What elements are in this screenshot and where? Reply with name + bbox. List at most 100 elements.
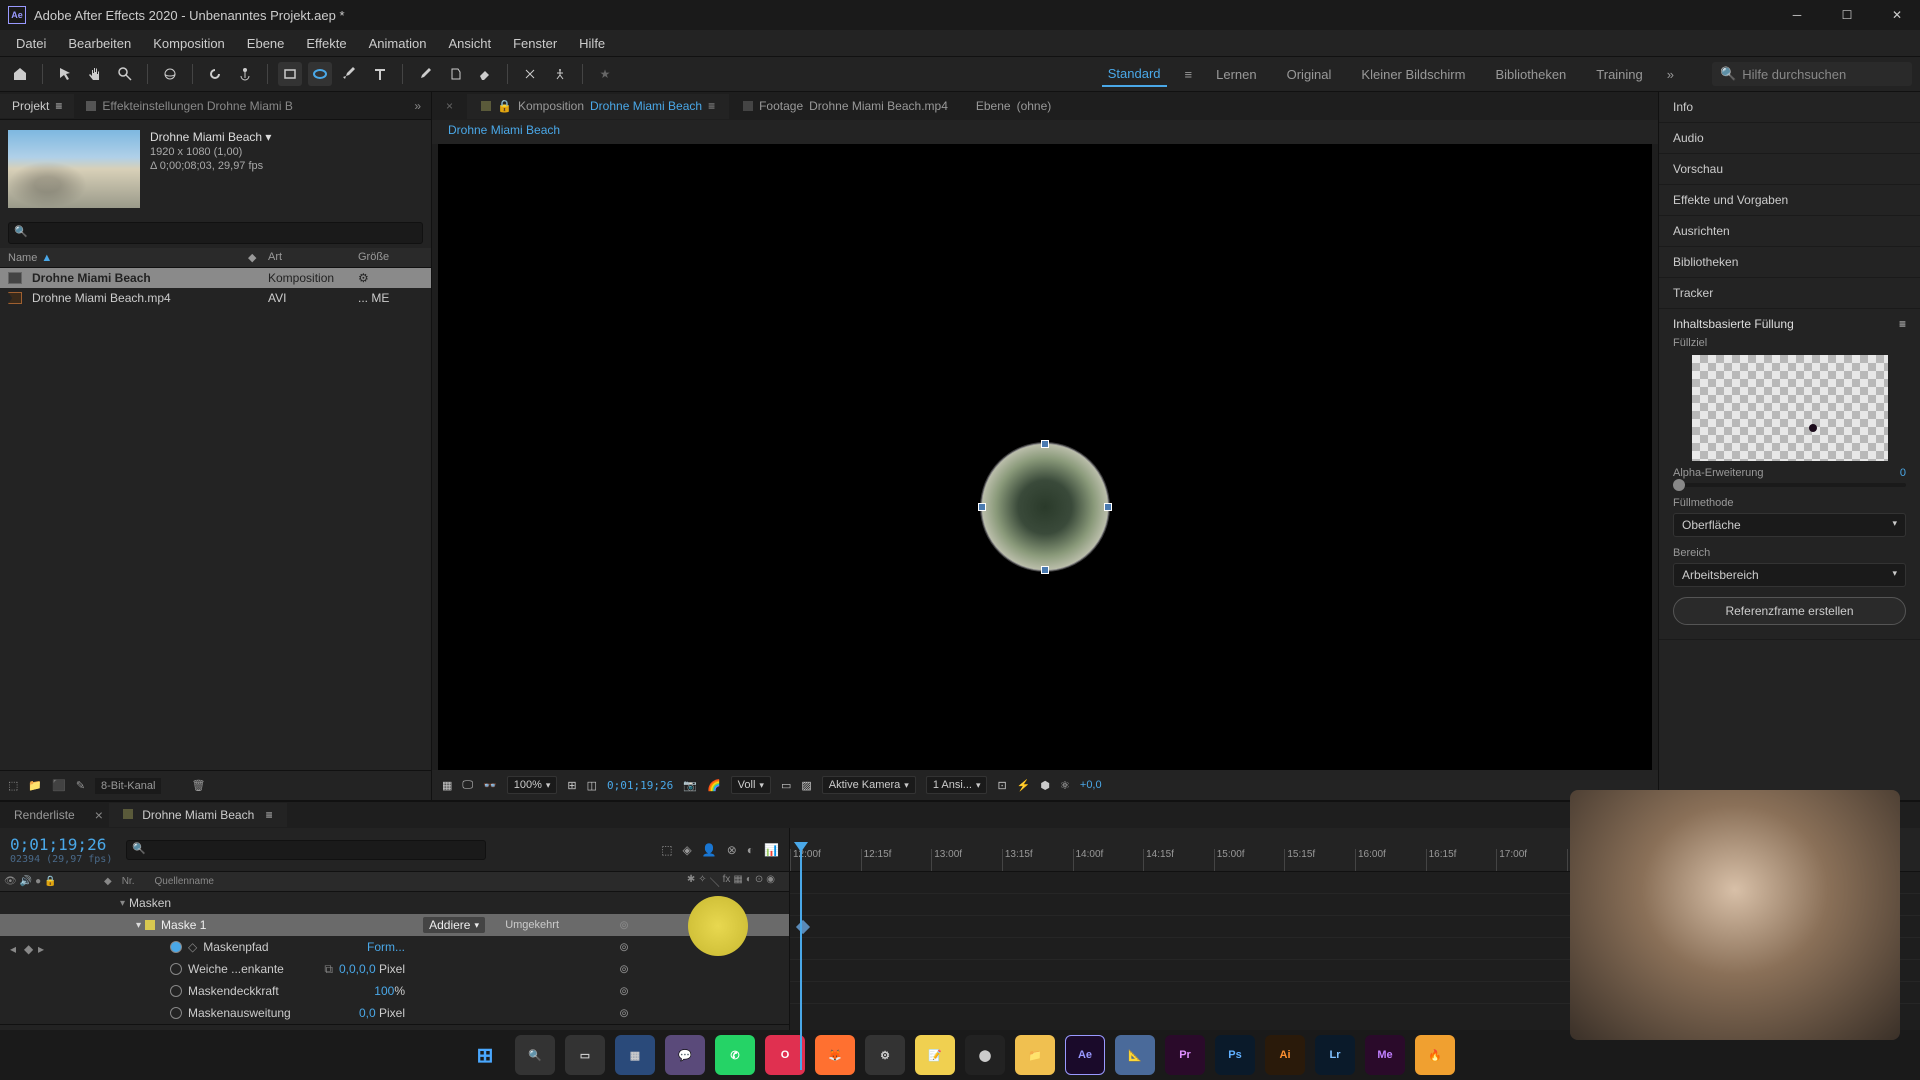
keyframe-diamond[interactable] xyxy=(796,920,810,934)
link-icon[interactable]: ⊚ xyxy=(619,984,629,998)
opacity-value[interactable]: 100% xyxy=(374,984,405,998)
workspace-overflow-icon[interactable]: » xyxy=(1667,67,1674,82)
ruler-tick[interactable]: 12:15f xyxy=(861,849,932,871)
col-nr-label[interactable]: Nr. xyxy=(122,876,135,887)
exposure-value[interactable]: +0,0 xyxy=(1080,779,1102,791)
fill-method-select[interactable]: Oberfläche▾ xyxy=(1673,513,1906,537)
graph-editor-icon[interactable]: 📊 xyxy=(764,843,779,857)
orbit-tool[interactable] xyxy=(158,62,182,86)
hand-tool[interactable] xyxy=(83,62,107,86)
taskbar-lightroom-icon[interactable]: Lr xyxy=(1315,1035,1355,1075)
alpha-expansion-value[interactable]: 0 xyxy=(1900,467,1906,479)
snapshot-icon[interactable]: 📷 xyxy=(683,779,697,792)
timeline-row-expansion[interactable]: Maskenausweitung 0,0 Pixel ⊚ xyxy=(0,1002,789,1024)
stopwatch-icon[interactable] xyxy=(170,963,182,975)
grid-icon[interactable]: ⊞ xyxy=(567,779,576,792)
taskbar-taskview-icon[interactable]: ▭ xyxy=(565,1035,605,1075)
close-button[interactable]: ✕ xyxy=(1882,0,1912,30)
menu-animation[interactable]: Animation xyxy=(359,33,437,54)
mask-path-value[interactable]: Form... xyxy=(367,940,405,954)
rotation-tool[interactable] xyxy=(203,62,227,86)
col-name-label[interactable]: Name xyxy=(8,252,37,264)
tab-menu-icon[interactable]: ≡ xyxy=(708,99,715,113)
timeline-row-maskpath[interactable]: ◂◆▸ ◇ Maskenpfad Form... ⊚ xyxy=(0,936,789,958)
timeline-row-opacity[interactable]: Maskendeckkraft 100% ⊚ xyxy=(0,980,789,1002)
ruler-tick[interactable]: 17:00f xyxy=(1496,849,1567,871)
tab-close-icon[interactable]: × xyxy=(89,807,109,823)
timeline-row-feather[interactable]: Weiche ...enkante ⧉0,0,0,0 Pixel ⊚ xyxy=(0,958,789,980)
draft3d-icon[interactable]: ◈ xyxy=(683,843,692,857)
timeline-row-mask1[interactable]: ▾ Maske 1 Addiere▾ Umgekehrt ⊚ xyxy=(0,914,789,936)
viewer-timecode[interactable]: 0;01;19;26 xyxy=(607,779,673,792)
taskbar-premiere-icon[interactable]: Pr xyxy=(1165,1035,1205,1075)
brush-tool[interactable] xyxy=(413,62,437,86)
switch-icon[interactable]: ✱ xyxy=(687,874,695,889)
ruler-tick[interactable]: 14:15f xyxy=(1143,849,1214,871)
switch-icon[interactable]: ▦ xyxy=(733,874,742,889)
mask-toggle-icon[interactable]: 👓 xyxy=(483,779,497,792)
ruler-tick[interactable]: 13:15f xyxy=(1002,849,1073,871)
composition-breadcrumb[interactable]: Drohne Miami Beach xyxy=(432,120,1658,144)
current-timecode[interactable]: 0;01;19;26 xyxy=(10,835,112,854)
panel-menu-icon[interactable]: ≡ xyxy=(1899,317,1906,331)
composition-thumbnail[interactable] xyxy=(8,130,140,208)
panel-audio[interactable]: Audio xyxy=(1659,123,1920,154)
text-tool[interactable] xyxy=(368,62,392,86)
menu-fenster[interactable]: Fenster xyxy=(503,33,567,54)
pixel-aspect-icon[interactable]: ⊡ xyxy=(997,779,1006,792)
resolution-dropdown[interactable]: Voll ▾ xyxy=(731,776,771,794)
mask-color-swatch[interactable] xyxy=(145,920,155,930)
next-keyframe-icon[interactable]: ▸ xyxy=(38,942,48,952)
maximize-button[interactable]: ☐ xyxy=(1832,0,1862,30)
3d-icon[interactable]: ⬢ xyxy=(1040,779,1050,792)
composition-viewport[interactable] xyxy=(438,144,1652,770)
taskbar-explorer-icon[interactable]: 📁 xyxy=(1015,1035,1055,1075)
panel-vorschau[interactable]: Vorschau xyxy=(1659,154,1920,185)
panel-tracker[interactable]: Tracker xyxy=(1659,278,1920,309)
ruler-tick[interactable]: 16:00f xyxy=(1355,849,1426,871)
taskbar-illustrator-icon[interactable]: Ai xyxy=(1265,1035,1305,1075)
switch-icon[interactable]: ＼ xyxy=(710,874,720,889)
minimize-button[interactable]: ─ xyxy=(1782,0,1812,30)
workspace-training[interactable]: Training xyxy=(1590,63,1648,86)
ruler-tick[interactable]: 13:00f xyxy=(931,849,1002,871)
switch-icon[interactable]: ◐ xyxy=(746,874,752,889)
preview-title[interactable]: Drohne Miami Beach ▾ xyxy=(150,130,271,144)
col-source-label[interactable]: Quellenname xyxy=(154,876,213,887)
camera-dropdown[interactable]: Aktive Kamera ▾ xyxy=(822,776,916,794)
workspace-original[interactable]: Original xyxy=(1281,63,1338,86)
fast-preview-icon[interactable]: ⚡ xyxy=(1017,779,1031,792)
menu-ebene[interactable]: Ebene xyxy=(237,33,295,54)
col-label-icon[interactable]: ◆ xyxy=(248,251,268,264)
eraser-tool[interactable] xyxy=(473,62,497,86)
menu-hilfe[interactable]: Hilfe xyxy=(569,33,615,54)
taskbar-opera-icon[interactable]: O xyxy=(765,1035,805,1075)
stopwatch-icon[interactable] xyxy=(170,1007,182,1019)
home-button[interactable] xyxy=(8,62,32,86)
bit-depth-label[interactable]: 8-Bit-Kanal xyxy=(95,778,161,794)
ruler-tick[interactable]: 15:00f xyxy=(1214,849,1285,871)
menu-datei[interactable]: Datei xyxy=(6,33,56,54)
taskbar-widgets-icon[interactable]: ▦ xyxy=(615,1035,655,1075)
shy-icon[interactable]: 👤 xyxy=(702,843,717,857)
mask-handle-bottom[interactable] xyxy=(1041,566,1049,574)
workspace-kleiner[interactable]: Kleiner Bildschirm xyxy=(1355,63,1471,86)
tab-menu-icon[interactable]: ≡ xyxy=(55,99,62,113)
mask-handle-top[interactable] xyxy=(1041,440,1049,448)
switch-icon[interactable]: ✧ xyxy=(698,874,706,889)
mask-mode-dropdown[interactable]: Addiere▾ xyxy=(423,917,485,933)
taskbar-firefox-icon[interactable]: 🦊 xyxy=(815,1035,855,1075)
zoom-dropdown[interactable]: 100% ▾ xyxy=(507,776,558,794)
audio-col-icon[interactable]: 🔊 xyxy=(20,876,32,887)
tab-footage[interactable]: Footage Drohne Miami Beach.mp4 xyxy=(729,94,962,118)
clone-tool[interactable] xyxy=(443,62,467,86)
anchor-tool[interactable] xyxy=(233,62,257,86)
help-search[interactable]: 🔍 Hilfe durchsuchen xyxy=(1712,62,1912,86)
workspace-menu-icon[interactable]: ≡ xyxy=(1185,67,1193,82)
lock-col-icon[interactable]: 🔒 xyxy=(44,876,56,887)
panel-bibliotheken[interactable]: Bibliotheken xyxy=(1659,247,1920,278)
taskbar-notes-icon[interactable]: 📝 xyxy=(915,1035,955,1075)
interpret-icon[interactable]: ⬚ xyxy=(8,779,18,792)
motion-blur-icon[interactable]: ◐ xyxy=(747,843,754,857)
asset-row-comp[interactable]: Drohne Miami Beach Komposition ⚙ xyxy=(0,268,431,288)
